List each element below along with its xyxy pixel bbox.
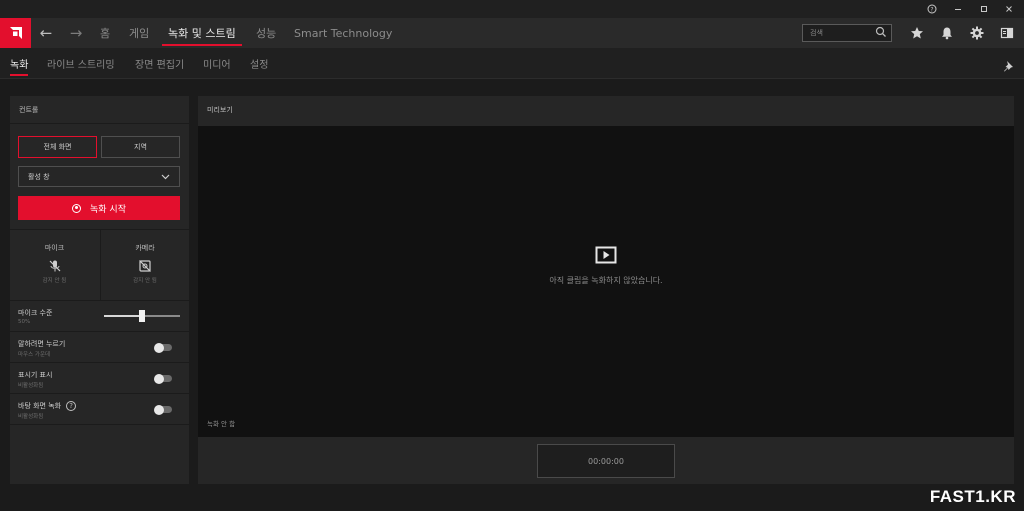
empty-state: 아직 클립을 녹화하지 않았습니다. [198, 246, 1014, 286]
search-icon[interactable] [875, 26, 887, 40]
push-to-talk-label: 말하려면 누르기 [18, 340, 66, 348]
tab-scene-editor[interactable]: 장면 편집기 [135, 48, 184, 78]
nav-smart-technology[interactable]: Smart Technology [294, 18, 392, 48]
video-play-icon [595, 246, 617, 268]
nav-record-stream[interactable]: 녹화 및 스트림 [162, 18, 242, 48]
show-indicator-label: 표시기 표시 [18, 371, 53, 379]
back-arrow-icon[interactable]: ← [32, 18, 60, 48]
desktop-record-title: 바탕 화면 녹화? [18, 401, 77, 411]
desktop-record-toggle[interactable] [154, 404, 172, 415]
recording-status: 녹화 안 함 [207, 420, 236, 428]
nav-games[interactable]: 게임 [129, 18, 149, 48]
controls-header: 컨트롤 [10, 96, 189, 124]
show-indicator-toggle[interactable] [154, 373, 172, 384]
top-navigation: ← → 홈 게임 녹화 및 스트림 성능 Smart Technology 검색 [0, 18, 1024, 48]
recording-timer: 00:00:00 [537, 444, 675, 478]
mic-label: 마이크 [44, 244, 65, 252]
controls-panel: 컨트롤 전체 화면 지역 활성 창 녹화 시작 마이크 감지 안 됨 카메라 감… [10, 96, 189, 484]
maximize-icon[interactable] [973, 0, 995, 18]
help-circle-icon[interactable]: ? [66, 401, 77, 411]
title-bar: ? [0, 0, 1024, 18]
preview-viewport: 아직 클립을 녹화하지 않았습니다. 녹화 안 함 [198, 126, 1014, 437]
mic-level-label: 마이크 수준 [18, 309, 53, 317]
mic-level-fill [104, 315, 142, 317]
device-section: 마이크 감지 안 됨 카메라 감지 안 됨 [10, 229, 189, 301]
push-to-talk-row: 말하려면 누르기 마우스 가운데 [10, 332, 189, 363]
forward-arrow-icon[interactable]: → [62, 18, 90, 48]
camera-status: 감지 안 됨 [133, 278, 157, 284]
start-recording-label: 녹화 시작 [90, 204, 126, 215]
push-to-talk-toggle[interactable] [154, 342, 172, 353]
star-icon[interactable] [908, 24, 926, 42]
camera-device[interactable]: 카메라 감지 안 됨 [100, 230, 189, 301]
record-icon [72, 203, 81, 213]
nav-home[interactable]: 홈 [100, 18, 110, 48]
mic-level-handle[interactable] [139, 310, 145, 322]
mic-status: 감지 안 됨 [42, 278, 67, 284]
preview-header: 미리보기 [207, 106, 233, 114]
pin-icon[interactable] [1002, 57, 1014, 72]
tab-live-streaming[interactable]: 라이브 스트리밍 [47, 48, 115, 78]
svg-text:?: ? [930, 6, 933, 13]
desktop-record-label: 바탕 화면 녹화 [18, 402, 62, 410]
push-to-talk-sub: 마우스 가운데 [18, 352, 51, 358]
search-input[interactable]: 검색 [802, 24, 892, 42]
camera-off-icon [138, 258, 152, 272]
panel-icon[interactable] [998, 24, 1016, 42]
tab-media[interactable]: 미디어 [203, 48, 231, 78]
window-select-value: 활성 창 [28, 172, 50, 181]
tab-record[interactable]: 녹화 [10, 48, 29, 78]
search-placeholder: 검색 [810, 29, 823, 37]
help-icon[interactable]: ? [921, 0, 943, 18]
bell-icon[interactable] [938, 24, 956, 42]
window-select[interactable]: 활성 창 [18, 166, 180, 187]
mic-off-icon [48, 258, 62, 272]
gear-icon[interactable] [968, 24, 986, 42]
minimize-icon[interactable] [947, 0, 969, 18]
tab-settings[interactable]: 설정 [250, 48, 268, 78]
close-icon[interactable] [998, 0, 1020, 18]
show-indicator-row: 표시기 표시 비활성화됨 [10, 363, 189, 394]
region-button[interactable]: 지역 [101, 136, 180, 158]
sub-navigation: 녹화 라이브 스트리밍 장면 편집기 미디어 설정 [0, 48, 1024, 79]
chevron-down-icon [160, 171, 171, 184]
preview-panel: 미리보기 아직 클립을 녹화하지 않았습니다. 녹화 안 함 00:00:00 [198, 96, 1014, 484]
amd-logo[interactable] [0, 18, 31, 48]
desktop-record-row: 바탕 화면 녹화? 비활성화됨 [10, 394, 189, 425]
watermark: FAST1.KR [929, 487, 1016, 506]
mic-device[interactable]: 마이크 감지 안 됨 [10, 230, 99, 301]
full-screen-button[interactable]: 전체 화면 [18, 136, 97, 158]
start-recording-button[interactable]: 녹화 시작 [18, 196, 180, 220]
mic-level-slider[interactable] [104, 310, 180, 322]
mic-level-value: 50% [18, 319, 31, 325]
empty-message: 아직 클립을 녹화하지 않았습니다. [549, 276, 663, 285]
desktop-record-sub: 비활성화됨 [18, 414, 44, 420]
camera-label: 카메라 [135, 244, 155, 252]
nav-performance[interactable]: 성능 [256, 18, 276, 48]
show-indicator-sub: 비활성화됨 [18, 383, 44, 389]
